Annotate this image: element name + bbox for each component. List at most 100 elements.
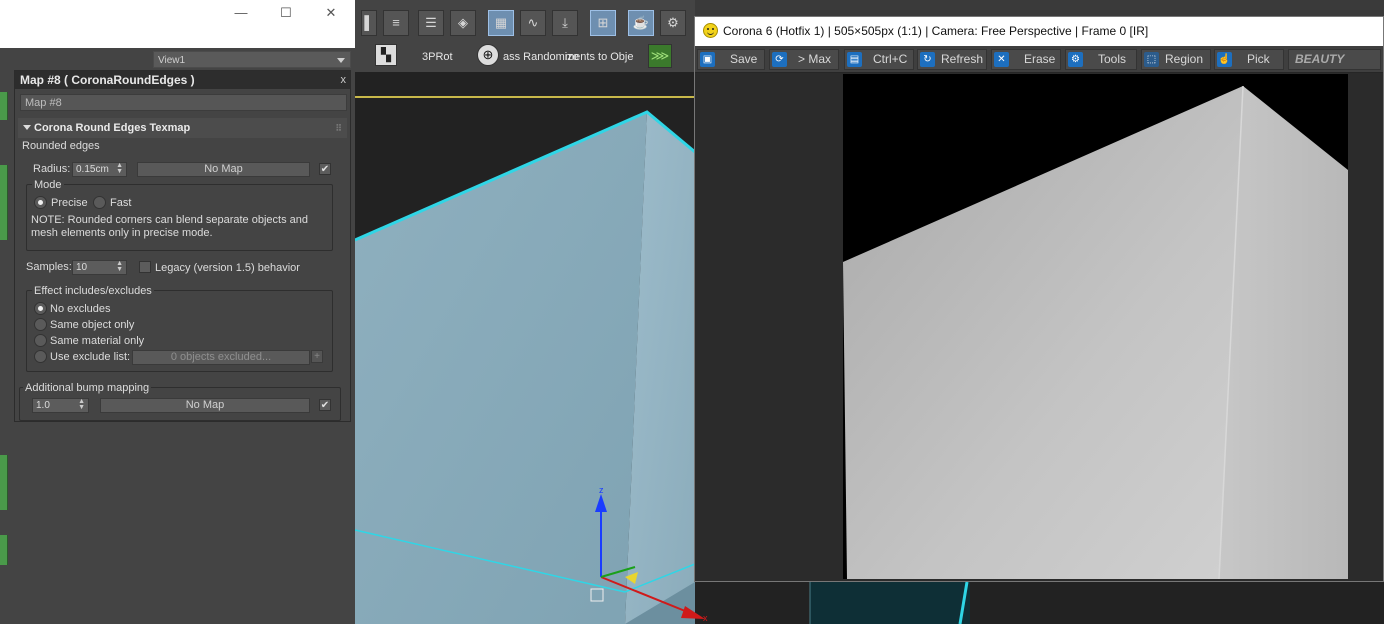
- save-label: Save: [730, 52, 758, 66]
- main-toolbar: ▌ ≡ ☰ ◈ ▦ ∿ ⤓ ⊞ ☕ ⚙ ▚ 3PRot ⊕ ass Random…: [355, 0, 695, 72]
- script-button-1-icon[interactable]: ▚: [375, 44, 397, 66]
- vfb-titlebar: Corona 6 (Hotfix 1) | 505×505px (1:1) | …: [695, 17, 1383, 46]
- pick-label: Pick: [1247, 52, 1270, 66]
- mode-precise-label: Precise: [51, 197, 88, 209]
- graph-node[interactable]: [0, 535, 8, 565]
- bump-value: 1.0: [36, 400, 50, 411]
- radius-label: Radius:: [33, 163, 71, 175]
- minimize-button[interactable]: —: [230, 2, 252, 24]
- radius-map-button[interactable]: No Map: [137, 162, 310, 177]
- toolbar-label-3prot[interactable]: 3PRot: [422, 51, 453, 63]
- gizmo-z-label: z: [599, 485, 604, 495]
- same-material-radio[interactable]: [34, 334, 47, 347]
- spinner-arrows-icon[interactable]: ▲ ▼: [78, 398, 85, 411]
- gear-icon: ⚙: [1068, 52, 1083, 67]
- panel-close-button[interactable]: x: [341, 71, 347, 89]
- erase-label: Erase: [1024, 52, 1056, 66]
- viewport-border: [355, 96, 695, 98]
- mode-fast-radio[interactable]: [93, 196, 106, 209]
- samples-value: 10: [76, 262, 88, 273]
- spinner-arrows-icon[interactable]: ▲ ▼: [116, 162, 123, 175]
- max-icon: ⟳: [772, 52, 787, 67]
- corona-smiley-icon: [703, 23, 718, 38]
- align-icon[interactable]: ≡: [383, 10, 409, 36]
- grip-icon: ⠿: [335, 123, 342, 133]
- erase-icon: ✕: [994, 52, 1009, 67]
- bump-map-checkbox[interactable]: ✔: [319, 399, 331, 411]
- rollout-collapse-icon: [23, 125, 31, 130]
- dope-sheet-icon[interactable]: ⤓: [552, 10, 578, 36]
- graph-node[interactable]: [0, 92, 8, 120]
- mode-precise-radio[interactable]: [34, 196, 47, 209]
- gizmo-x-label: x: [703, 613, 708, 623]
- no-excludes-radio[interactable]: [34, 302, 47, 315]
- material-editor-icon[interactable]: ☕: [628, 10, 654, 36]
- mode-label: Mode: [32, 179, 64, 191]
- graph-node[interactable]: [0, 455, 8, 510]
- ctrlc-button[interactable]: ▤ Ctrl+C: [844, 49, 914, 70]
- exclude-list-radio[interactable]: [34, 350, 47, 363]
- bump-spinner[interactable]: 1.0 ▲ ▼: [32, 398, 89, 413]
- region-label: Region: [1165, 52, 1204, 66]
- toolbar-label-objects[interactable]: ments to Obje: [565, 51, 633, 63]
- radius-map-checkbox[interactable]: ✔: [319, 163, 331, 175]
- add-exclude-icon[interactable]: +: [311, 350, 323, 363]
- bump-label: Additional bump mapping: [23, 382, 152, 394]
- material-parameter-panel: Map #8 ( CoronaRoundEdges ) x Map #8 Cor…: [14, 70, 351, 422]
- map-name-field[interactable]: Map #8: [20, 94, 347, 111]
- refresh-button[interactable]: ↻ Refresh: [917, 49, 987, 70]
- scene-explorer-icon[interactable]: ☰: [418, 10, 444, 36]
- rollout-title: Corona Round Edges Texmap: [34, 122, 191, 134]
- legacy-checkbox[interactable]: [139, 261, 151, 273]
- to-max-button[interactable]: ⟳ > Max: [769, 49, 839, 70]
- save-icon: ▣: [700, 52, 715, 67]
- pick-icon: ☝: [1217, 52, 1232, 67]
- close-button[interactable]: ✕: [320, 2, 342, 24]
- spinner-arrows-icon[interactable]: ▲ ▼: [116, 260, 123, 273]
- chevron-down-icon: [337, 58, 345, 63]
- snap-icon[interactable]: ▌: [361, 10, 377, 36]
- maximize-button[interactable]: ☐: [275, 2, 297, 24]
- render-channel-select[interactable]: BEAUTY: [1288, 49, 1381, 70]
- slate-window-titlebar: — ☐ ✕: [0, 0, 355, 48]
- bump-map-button[interactable]: No Map: [100, 398, 310, 413]
- crosshair-icon[interactable]: ⊕: [477, 44, 499, 66]
- rounded-edges-label: Rounded edges: [22, 140, 100, 152]
- tools-button[interactable]: ⚙ Tools: [1065, 49, 1137, 70]
- legacy-label: Legacy (version 1.5) behavior: [155, 262, 300, 274]
- render-image[interactable]: [695, 74, 1383, 581]
- graph-node[interactable]: [0, 165, 8, 240]
- exclude-list-label: Use exclude list:: [50, 351, 131, 363]
- toggle-ribbon-icon[interactable]: ▦: [488, 10, 514, 36]
- same-object-radio[interactable]: [34, 318, 47, 331]
- exclude-list-button[interactable]: 0 objects excluded...: [132, 350, 310, 365]
- layers-icon[interactable]: ⋙: [648, 44, 672, 68]
- save-button[interactable]: ▣ Save: [697, 49, 765, 70]
- render-area: [695, 74, 1383, 581]
- corona-vfb-window: Corona 6 (Hotfix 1) | 505×505px (1:1) | …: [694, 16, 1384, 582]
- view-select-value: View1: [158, 55, 186, 66]
- copy-icon: ▤: [847, 52, 862, 67]
- erase-button[interactable]: ✕ Erase: [991, 49, 1061, 70]
- panel-title: Map #8 ( CoronaRoundEdges ): [15, 71, 350, 89]
- view-select[interactable]: View1: [153, 51, 351, 68]
- render-setup-icon[interactable]: ⚙: [660, 10, 686, 36]
- rollout-header[interactable]: Corona Round Edges Texmap ⠿: [18, 118, 347, 138]
- same-object-label: Same object only: [50, 319, 135, 331]
- pick-button[interactable]: ☝ Pick: [1214, 49, 1284, 70]
- radius-spinner[interactable]: 0.15cm ▲ ▼: [72, 162, 127, 177]
- mode-fast-label: Fast: [110, 197, 132, 209]
- no-excludes-label: No excludes: [50, 303, 111, 315]
- layer-explorer-icon[interactable]: ◈: [450, 10, 476, 36]
- ctrlc-label: Ctrl+C: [873, 52, 908, 66]
- vfb-title: Corona 6 (Hotfix 1) | 505×505px (1:1) | …: [723, 24, 1149, 38]
- mode-note: NOTE: Rounded corners can blend separate…: [31, 214, 308, 239]
- samples-spinner[interactable]: 10 ▲ ▼: [72, 260, 127, 275]
- schematic-view-icon[interactable]: ⊞: [590, 10, 616, 36]
- region-icon: ⬚: [1144, 52, 1159, 67]
- refresh-icon: ↻: [920, 52, 935, 67]
- curve-editor-icon[interactable]: ∿: [520, 10, 546, 36]
- screen: — ☐ ✕ View1 Map #8 ( CoronaRoundEdges ) …: [0, 0, 1384, 624]
- floor-plane: [810, 582, 970, 624]
- region-button[interactable]: ⬚ Region: [1141, 49, 1211, 70]
